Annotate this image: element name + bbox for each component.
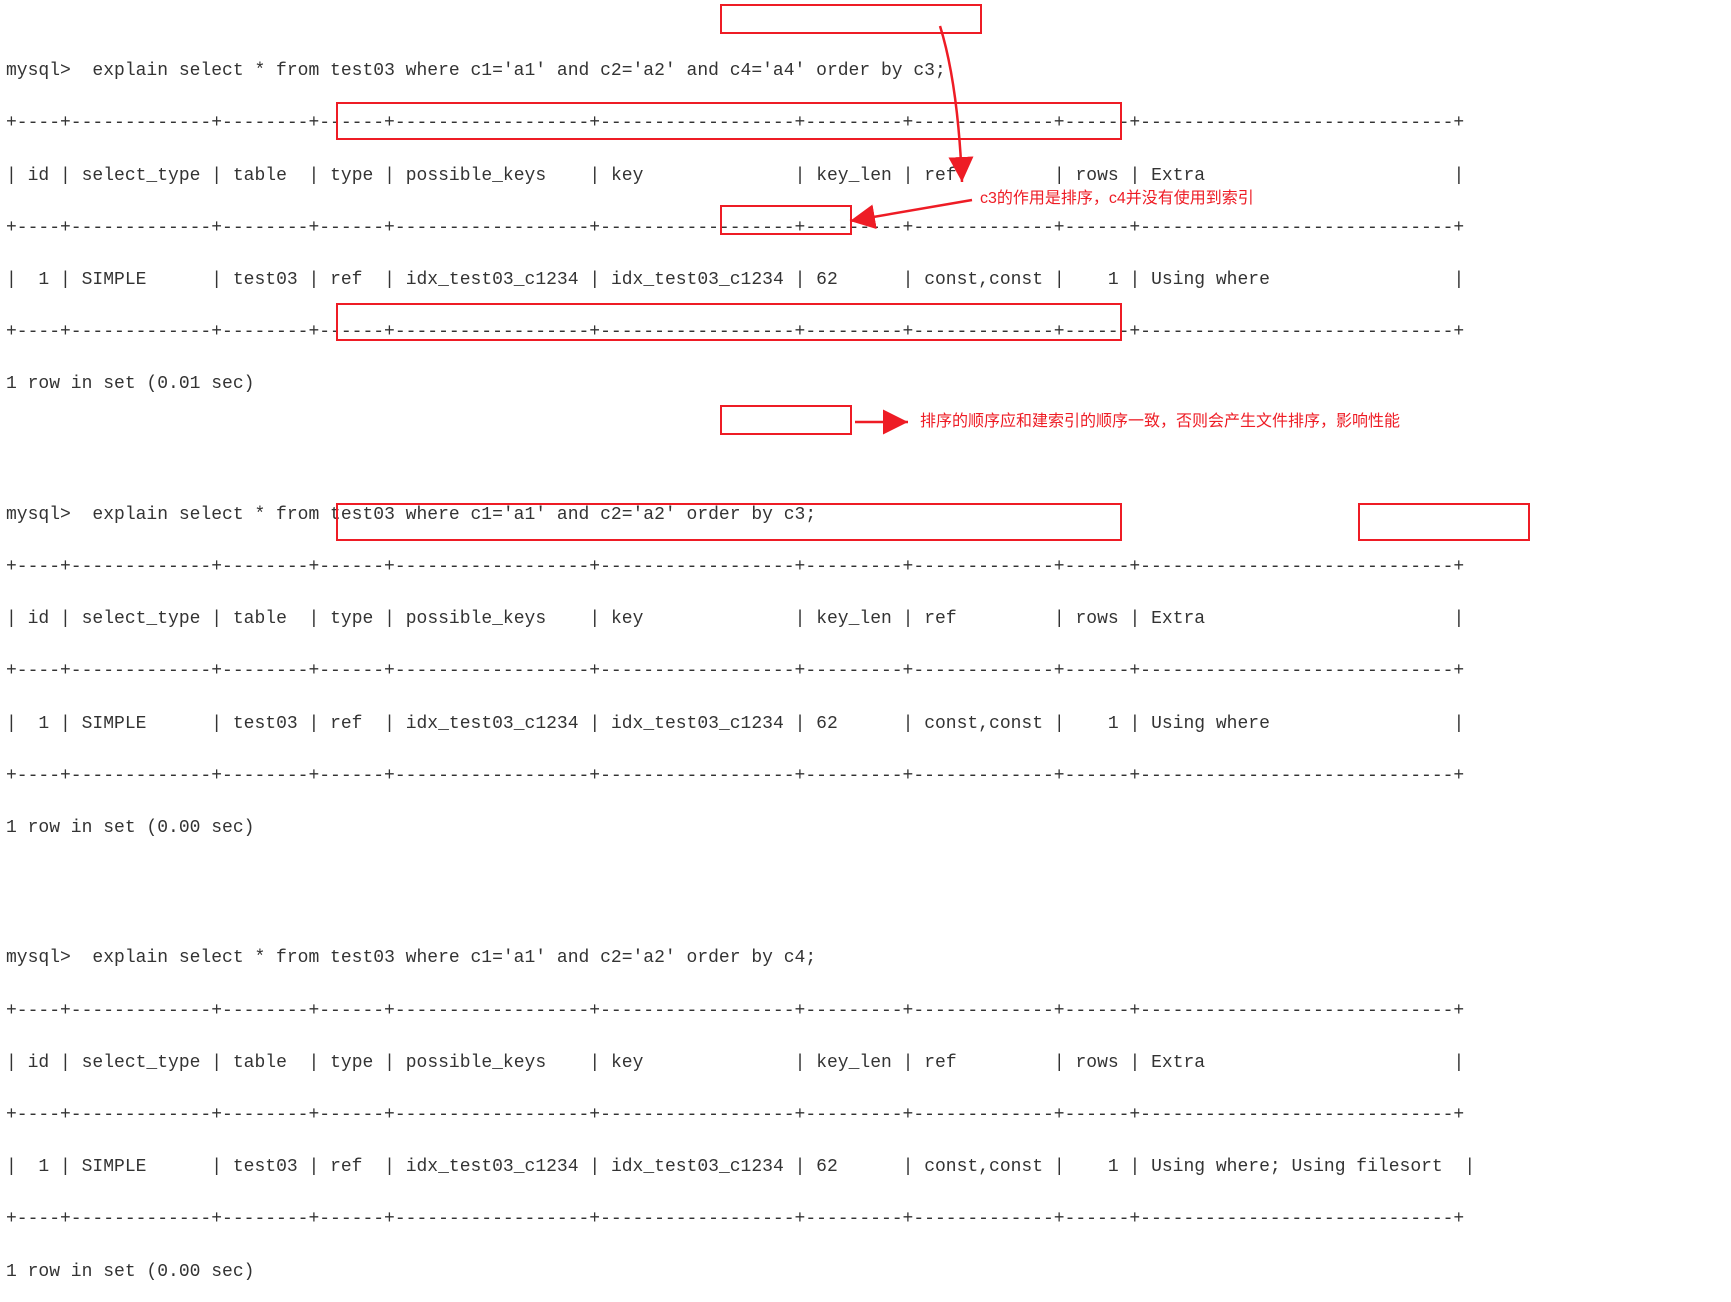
query-line-1: mysql> explain select * from test03 wher… xyxy=(6,58,1725,84)
mysql-prompt: mysql> xyxy=(6,505,71,525)
extra-2: Using where xyxy=(1151,714,1270,734)
table-sep: +----+-------------+--------+------+----… xyxy=(6,554,1725,580)
table-header-row: | id | select_type | table | type | poss… xyxy=(6,163,1725,189)
result-line-3: 1 row in set (0.00 sec) xyxy=(6,1259,1725,1285)
table-row: | 1 | SIMPLE | test03 | ref | idx_test03… xyxy=(6,711,1725,737)
table-row: | 1 | SIMPLE | test03 | ref | idx_test03… xyxy=(6,1154,1725,1180)
table-sep: +----+-------------+--------+------+----… xyxy=(6,319,1725,345)
highlight-and-c4-order-c3: and c4='a4' order by c3 xyxy=(687,61,935,81)
table-header-row: | id | select_type | table | type | poss… xyxy=(6,606,1725,632)
table-sep: +----+-------------+--------+------+----… xyxy=(6,110,1725,136)
highlight-order-by-c3: order by c3 xyxy=(687,505,806,525)
mysql-prompt: mysql> xyxy=(6,948,71,968)
table-header-row: | id | select_type | table | type | poss… xyxy=(6,1050,1725,1076)
extra-3-filesort: Using filesort xyxy=(1292,1157,1443,1177)
table-sep: +----+-------------+--------+------+----… xyxy=(6,658,1725,684)
extra-1: Using where xyxy=(1151,270,1270,290)
query-line-2: mysql> explain select * from test03 wher… xyxy=(6,502,1725,528)
terminal-output: mysql> explain select * from test03 wher… xyxy=(0,0,1731,1302)
table-row: | 1 | SIMPLE | test03 | ref | idx_test03… xyxy=(6,267,1725,293)
result-line-1: 1 row in set (0.01 sec) xyxy=(6,371,1725,397)
extra-3-where: Using where; xyxy=(1151,1157,1291,1177)
table-sep: +----+-------------+--------+------+----… xyxy=(6,998,1725,1024)
highlight-order-by-c4: order by c4 xyxy=(687,948,806,968)
annotation-1: c3的作用是排序，c4并没有使用到索引 xyxy=(980,187,1254,210)
query-line-3: mysql> explain select * from test03 wher… xyxy=(6,945,1725,971)
table-sep: +----+-------------+--------+------+----… xyxy=(6,215,1725,241)
mysql-prompt: mysql> xyxy=(6,61,71,81)
table-sep: +----+-------------+--------+------+----… xyxy=(6,763,1725,789)
annotation-2: 排序的顺序应和建索引的顺序一致，否则会产生文件排序，影响性能 xyxy=(920,410,1400,433)
highlight-box-q1 xyxy=(720,4,982,34)
result-line-2: 1 row in set (0.00 sec) xyxy=(6,815,1725,841)
table-sep: +----+-------------+--------+------+----… xyxy=(6,1206,1725,1232)
table-sep: +----+-------------+--------+------+----… xyxy=(6,1102,1725,1128)
